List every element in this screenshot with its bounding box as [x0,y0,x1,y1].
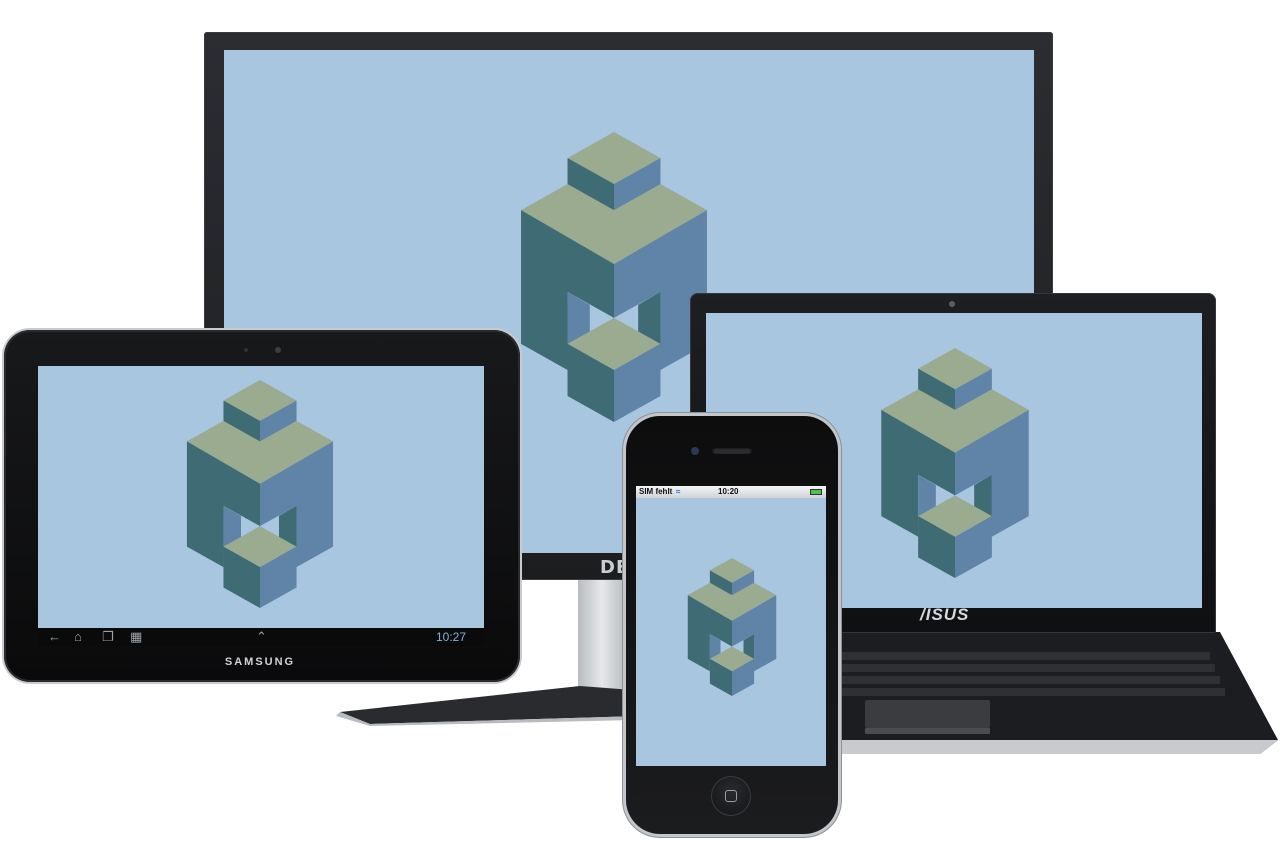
home-icon[interactable]: ⌂ [74,628,82,646]
back-icon[interactable]: ← [48,628,61,646]
home-square-icon [725,790,737,802]
tablet-sensor-icon [244,348,248,352]
tablet-camera-icon [275,347,281,353]
phone-time: 10:20 [718,487,739,496]
chevron-up-icon[interactable]: ⌃ [256,628,267,646]
battery-icon [810,489,822,495]
laptop-brand-label: /ISUS [920,605,970,624]
laptop-logo-icon [881,348,1029,578]
tablet-logo-icon [186,380,334,608]
monitor-stand-base [336,686,660,726]
laptop-webcam-icon [949,301,955,307]
wifi-icon: ≈ [676,487,681,496]
tablet-brand-label: SAMSUNG [224,656,296,668]
phone-camera-icon [691,447,699,455]
tablet-navigation-bar: ← ⌂ ❐ ▦ ⌃ 10:27 [38,628,484,646]
recent-apps-icon[interactable]: ❐ [102,628,114,646]
phone-logo-icon [687,558,777,696]
phone-status-bar: SIM fehlt ≈ 10:20 [636,486,826,498]
phone-speaker-icon [712,447,752,454]
carrier-label: SIM fehlt [639,487,673,496]
screenshot-icon[interactable]: ▦ [130,628,142,646]
tablet-clock: 10:27 [435,630,466,644]
